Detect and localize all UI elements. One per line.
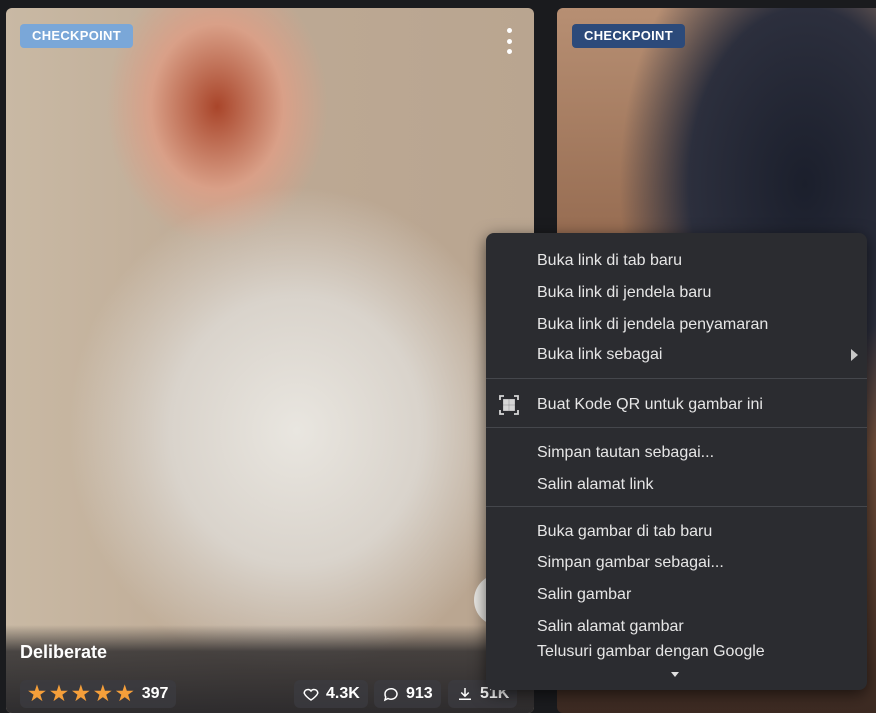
menu-divider [486,427,867,428]
checkpoint-badge: CHECKPOINT [20,24,133,48]
download-icon [459,688,471,700]
menu-save-link-as[interactable]: Simpan tautan sebagai... [486,438,867,468]
star-icon: ★ [93,683,112,705]
checkpoint-badge: CHECKPOINT [572,24,685,48]
menu-copy-link-address[interactable]: Salin alamat link [486,470,867,500]
menu-divider [486,506,867,507]
menu-open-link-new-window[interactable]: Buka link di jendela baru [486,278,867,308]
scroll-down-icon[interactable] [671,672,679,677]
comments-count: 913 [406,685,433,702]
rating-badge: ★ ★ ★ ★ ★ 397 [20,680,177,708]
menu-search-image-google[interactable]: Telusuri gambar dengan Google [486,643,867,665]
menu-copy-image-address[interactable]: Salin alamat gambar [486,612,867,642]
menu-create-qr-code[interactable]: Buat Kode QR untuk gambar ini [486,390,867,420]
star-icon: ★ [71,683,90,705]
star-icon: ★ [28,683,46,705]
star-icon: ★ [49,683,68,705]
more-options-icon[interactable] [506,28,512,54]
menu-open-link-incognito[interactable]: Buka link di jendela penyamaran [486,310,867,340]
context-menu: Buka link di tab baru Buka link di jende… [486,233,867,690]
heart-icon [303,688,319,701]
likes-stat[interactable]: 4.3K [294,680,368,708]
model-card-deliberate[interactable]: CHECKPOINT Deliberate ★ ★ ★ ★ ★ 397 4.3K… [6,8,534,713]
menu-open-link-as[interactable]: Buka link sebagai [486,340,867,370]
menu-divider [486,378,867,379]
qr-code-icon [499,395,519,415]
card-title[interactable]: Deliberate [20,642,107,663]
submenu-arrow-icon [851,349,858,361]
star-icon: ★ [115,683,134,705]
comments-stat[interactable]: 913 [374,680,441,708]
menu-save-image-as[interactable]: Simpan gambar sebagai... [486,548,867,578]
comment-icon [383,687,398,702]
likes-count: 4.3K [326,685,360,702]
menu-open-image-new-tab[interactable]: Buka gambar di tab baru [486,517,867,547]
rating-count: 397 [141,685,169,702]
menu-open-link-new-tab[interactable]: Buka link di tab baru [486,246,867,276]
menu-copy-image[interactable]: Salin gambar [486,580,867,610]
